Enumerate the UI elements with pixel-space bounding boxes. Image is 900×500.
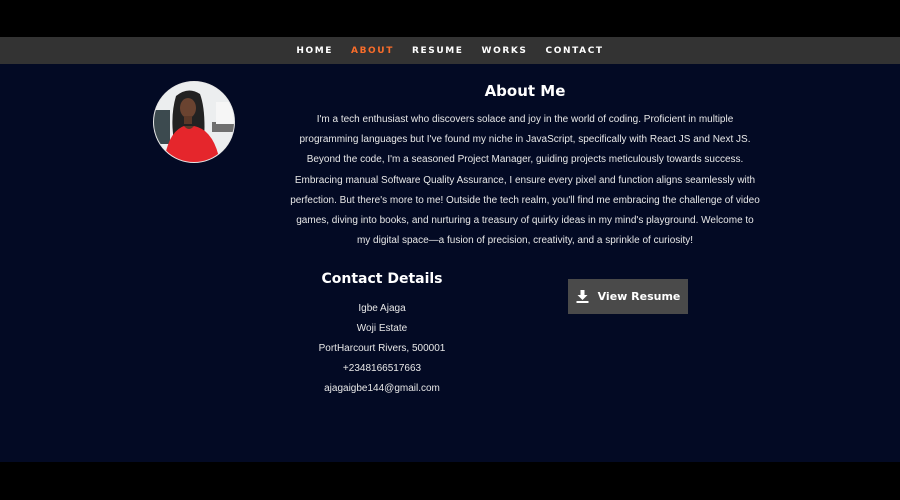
- nav-about[interactable]: ABOUT: [351, 46, 394, 56]
- nav-home[interactable]: HOME: [296, 46, 333, 56]
- contact-name: Igbe Ajaga: [358, 303, 406, 314]
- contact-phone: +2348166517663: [342, 363, 422, 374]
- nav-resume[interactable]: RESUME: [412, 46, 464, 56]
- contact-address-line1: Woji Estate: [356, 323, 408, 334]
- contact-list: Igbe Ajaga Woji Estate PortHarcourt Rive…: [282, 299, 482, 399]
- main-nav: HOME ABOUT RESUME WORKS CONTACT: [0, 37, 900, 64]
- contact-email: ajagaigbe144@gmail.com: [324, 383, 440, 394]
- about-description: I'm a tech enthusiast who discovers sola…: [290, 114, 760, 247]
- top-black-band: [0, 0, 900, 37]
- profile-photo: [154, 82, 234, 162]
- contact-address-line2: PortHarcourt Rivers, 500001: [318, 343, 446, 354]
- nav-works[interactable]: WORKS: [482, 46, 528, 56]
- view-resume-label: View Resume: [597, 290, 681, 303]
- about-section: About Me I'm a tech enthusiast who disco…: [0, 64, 900, 462]
- nav-contact[interactable]: CONTACT: [546, 46, 604, 56]
- profile-avatar: [153, 81, 235, 163]
- bottom-black-band: [0, 462, 900, 500]
- contact-title: Contact Details: [321, 271, 443, 287]
- about-title: About Me: [484, 82, 566, 100]
- download-icon: [576, 290, 589, 303]
- view-resume-button[interactable]: View Resume: [568, 279, 688, 314]
